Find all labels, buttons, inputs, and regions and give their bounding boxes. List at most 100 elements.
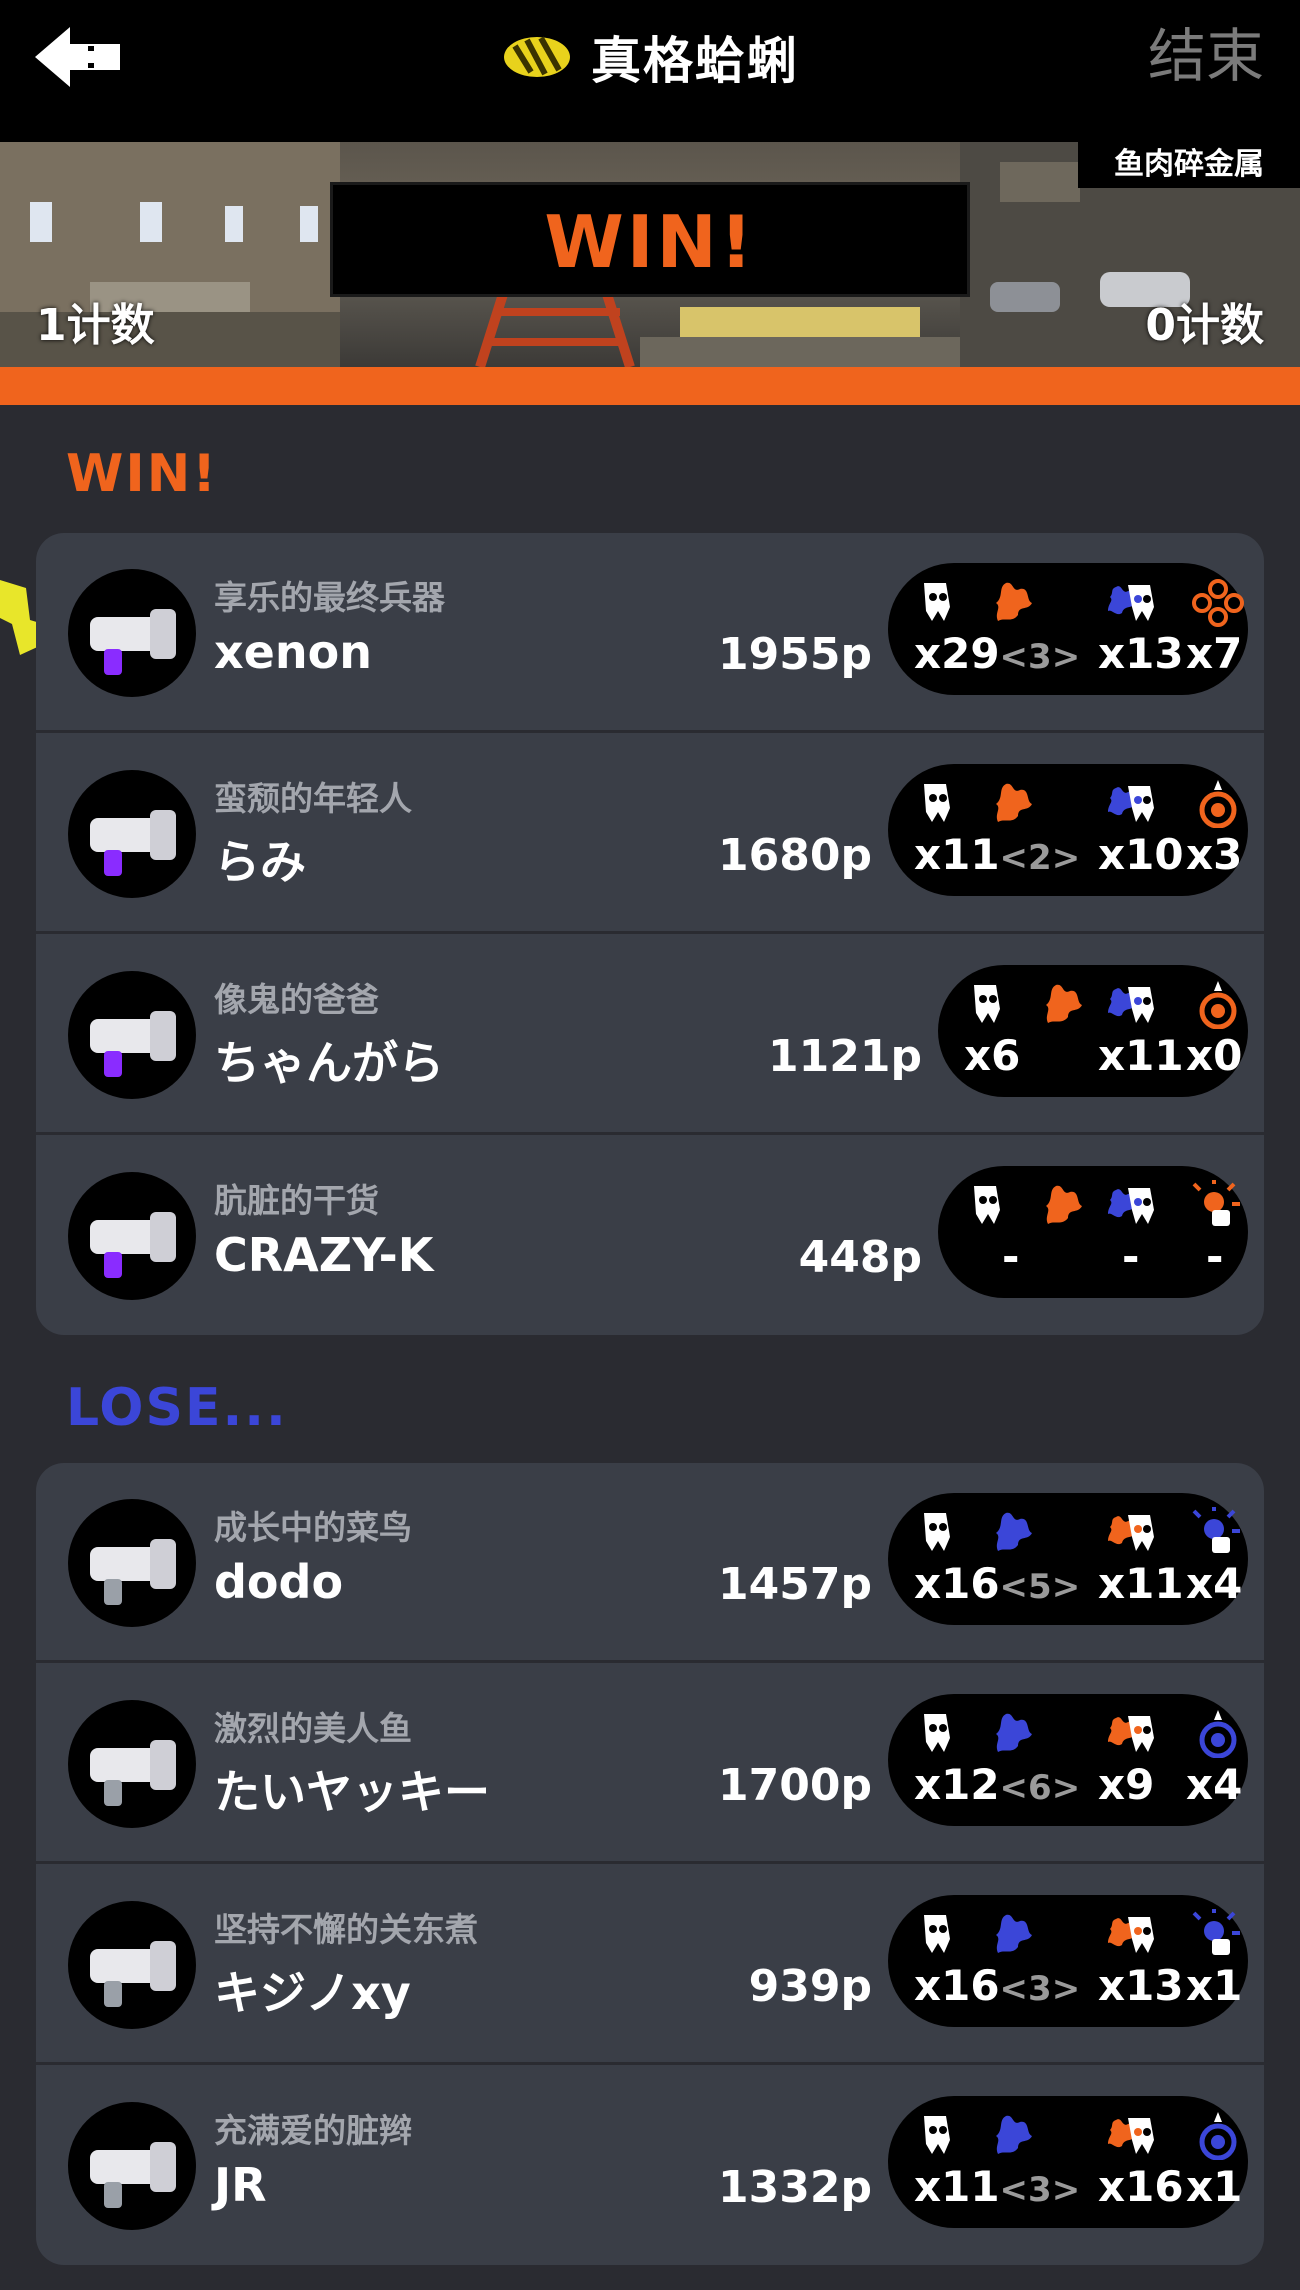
player-stats: x11<3> x16 x1 [888, 2096, 1248, 2228]
kill-count: x16<3> [914, 1961, 1080, 2010]
special-count: x4 [1186, 1559, 1243, 1608]
booyah-bomb-icon [1199, 981, 1237, 1030]
team-ink-icon [996, 783, 1032, 822]
player-name: たいヤッキー [214, 1765, 490, 1819]
player-name: らみ [214, 835, 306, 889]
kill-count: x11<3> [914, 2162, 1080, 2211]
dualies-icon [68, 1172, 196, 1300]
brush-icon [68, 1499, 196, 1627]
rainmaker-icon [504, 36, 570, 77]
player-name: JR [214, 2158, 267, 2212]
player-stats: --- [938, 1166, 1248, 1298]
player-name: dodo [214, 1555, 344, 1609]
assist-count: <2> [999, 838, 1081, 878]
result-bar [0, 367, 1300, 405]
special-icon-group [1188, 979, 1248, 1030]
player-points: 1457p [718, 1559, 872, 1610]
player-row[interactable]: 肮脏的干货 CRAZY-K 448p - - - [36, 1136, 1264, 1335]
player-name: キジノxy [214, 1966, 411, 2020]
splat-bombs-icon [1192, 579, 1244, 627]
player-points: 1121p [768, 1031, 922, 1082]
special-count: x1 [1186, 1961, 1243, 2010]
splat-kill-icon [924, 1915, 950, 1953]
win-team-card: 享乐的最终兵器 xenon 1955p x29<3> x13 x7 蛮颓的年轻人らみ 1680… [36, 533, 1264, 1335]
kill-icon-group [916, 2110, 1036, 2160]
special-icon-group [1188, 1507, 1248, 1557]
player-row[interactable]: 充满爱的脏辫 JR 1332p x11<3> x16 x1 [36, 2066, 1264, 2265]
player-points: 1332p [718, 2162, 872, 2213]
baller-icon [1199, 2112, 1237, 2161]
player-stats: x6 x11 x0 [938, 965, 1248, 1097]
death-icon-group [1098, 577, 1158, 627]
team-ink-icon [996, 1914, 1032, 1953]
player-name: CRAZY-K [214, 1228, 434, 1282]
kill-count: x16<5> [914, 1559, 1080, 1608]
win-team-label: WIN! [66, 444, 218, 504]
player-points: 1680p [718, 830, 872, 881]
kill-count-value: x11 [914, 2162, 1000, 2211]
player-row[interactable]: 坚持不懈的关东煮 キジノxy 939p x16<3> x13 x1 [36, 1865, 1264, 2065]
kill-count-value: x12 [914, 1760, 1000, 1809]
stage-banner: 鱼肉碎金属 WIN! 1计数 0计数 [0, 142, 1300, 367]
player-title: 充满爱的脏辫 [214, 2111, 412, 2150]
special-icon-group [1188, 1909, 1248, 1959]
player-stats: x16<5> x11 x4 [888, 1493, 1248, 1625]
splat-kill-icon [924, 1513, 950, 1551]
kill-count: x11<2> [914, 830, 1080, 879]
kill-count: x29<3> [914, 629, 1080, 678]
splat-kill-icon [924, 1714, 950, 1752]
kill-count: - [1002, 1232, 1019, 1281]
death-count: x11 [1098, 1559, 1184, 1608]
charger-icon [68, 2102, 196, 2230]
kill-count: x12<6> [914, 1760, 1080, 1809]
kill-icon-group [916, 577, 1036, 627]
special-count: x3 [1186, 830, 1243, 879]
player-row[interactable]: 享乐的最终兵器 xenon 1955p x29<3> x13 x7 [36, 533, 1264, 733]
left-count: 1计数 [36, 300, 155, 351]
player-row[interactable]: 蛮颓的年轻人 らみ 1680p x11<2> x10 x3 [36, 734, 1264, 934]
splatted-icon [1108, 1188, 1154, 1224]
player-name: xenon [214, 625, 372, 679]
inkjet-icon [1192, 1909, 1240, 1955]
player-points: 1700p [718, 1760, 872, 1811]
special-count: x0 [1186, 1031, 1243, 1080]
lose-team-card: 成长中的菜鸟 dodo 1457p x16<5> x11 x4 激烈的美人鱼 たいヤッキー 17… [36, 1463, 1264, 2265]
sloshing-icon [68, 1901, 196, 2029]
kill-count-value: x16 [914, 1559, 1000, 1608]
death-icon-group [1098, 778, 1158, 828]
player-row[interactable]: 像鬼的爸爸 ちゃんがら 1121p x6 x11 x0 [36, 935, 1264, 1135]
mode-title: 真格蛤蜊 [0, 22, 1300, 92]
assist-count: <6> [999, 1768, 1081, 1808]
death-icon-group [1098, 2110, 1158, 2160]
player-title: 蛮颓的年轻人 [214, 779, 412, 818]
team-ink-icon [996, 582, 1032, 621]
special-icon-group [1188, 577, 1248, 627]
kill-count-value: - [1002, 1232, 1020, 1281]
death-icon-group [1098, 979, 1158, 1029]
assist-count: <3> [999, 1969, 1081, 2009]
player-title: 激烈的美人鱼 [214, 1709, 412, 1748]
death-icon-group [1098, 1708, 1158, 1758]
right-count: 0计数 [1145, 300, 1264, 351]
kill-icon-group [966, 1180, 1086, 1230]
team-ink-icon [996, 1713, 1032, 1752]
kill-icon-group [966, 979, 1086, 1029]
player-row[interactable]: 激烈的美人鱼 たいヤッキー 1700p x12<6> x9 x4 [36, 1664, 1264, 1864]
splattershot-icon [68, 770, 196, 898]
kill-count-value: x6 [964, 1031, 1021, 1080]
assist-count: <3> [999, 637, 1081, 677]
player-title: 像鬼的爸爸 [214, 980, 379, 1019]
player-row[interactable]: 成长中的菜鸟 dodo 1457p x16<5> x11 x4 [36, 1463, 1264, 1663]
kill-icon-group [916, 778, 1036, 828]
team-ink-icon [1046, 984, 1082, 1023]
kill-count: x6 [964, 1031, 1020, 1080]
splatted-icon [1108, 1917, 1154, 1953]
splat-kill-icon [974, 985, 1000, 1023]
splatted-icon [1108, 786, 1154, 822]
special-count: x1 [1186, 2162, 1243, 2211]
player-title: 成长中的菜鸟 [214, 1508, 412, 1547]
end-button[interactable]: 结束 [1148, 20, 1264, 92]
splat-kill-icon [974, 1186, 1000, 1224]
sting-ray-icon [1192, 1180, 1240, 1226]
splat-kill-icon [924, 2116, 950, 2154]
